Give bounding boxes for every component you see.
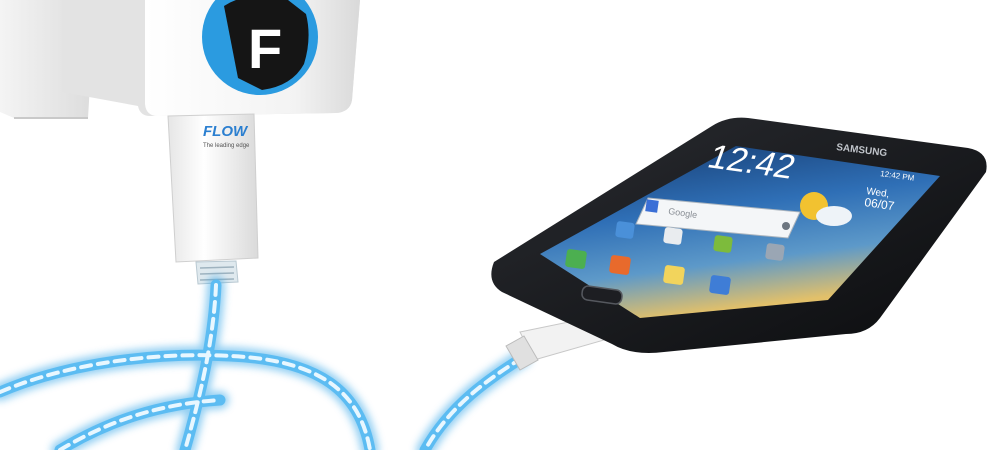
- app-icon-phone[interactable]: [565, 249, 587, 270]
- usb-plug: FLOW The leading edge: [167, 113, 259, 285]
- google-g-icon: [645, 199, 659, 213]
- mic-icon[interactable]: [782, 222, 790, 230]
- app-icon-globe[interactable]: [615, 221, 635, 239]
- wall-charger: F: [62, 0, 360, 116]
- product-photo: F FLOW The leading edge SAMSUNG 12:42 PM…: [0, 0, 987, 450]
- app-icon-apps[interactable]: [709, 275, 731, 296]
- glowing-cable: [0, 276, 531, 450]
- app-icon-media[interactable]: [663, 227, 683, 245]
- app-icon-contacts[interactable]: [609, 255, 631, 276]
- plug-tagline-label: The leading edge: [203, 143, 250, 149]
- app-icon-messages[interactable]: [663, 265, 685, 286]
- app-icon-market[interactable]: [713, 235, 733, 253]
- logo-letter: F: [248, 17, 282, 80]
- app-icon-settings[interactable]: [765, 243, 785, 261]
- plug-brand-label: FLOW: [203, 123, 249, 140]
- smartphone: SAMSUNG 12:42 PM 12:42 Wed, 06/07 Google: [491, 117, 987, 354]
